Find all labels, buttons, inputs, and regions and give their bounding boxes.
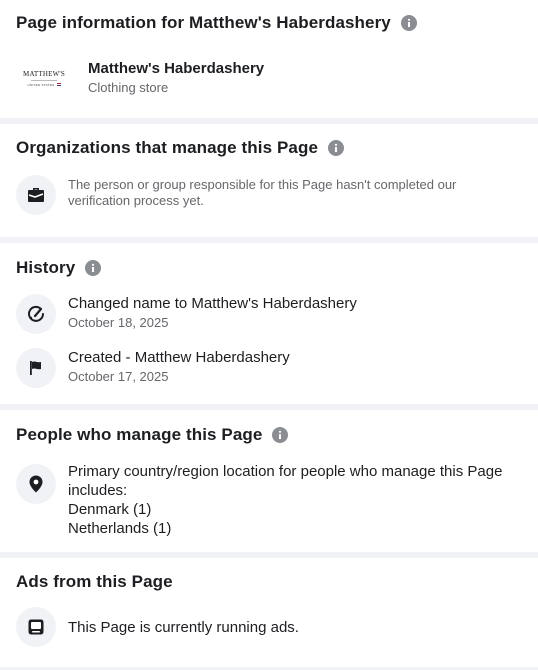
- ads-screen-icon: [16, 607, 56, 647]
- history-date: October 17, 2025: [68, 369, 169, 384]
- page-name: Matthew's Haberdashery: [88, 60, 265, 77]
- history-section: History Changed name to Matthew's Haberd…: [0, 243, 538, 404]
- info-icon[interactable]: [328, 140, 345, 156]
- country-item: Denmark (1): [68, 501, 152, 518]
- organizations-message: The person or group responsible for this…: [68, 177, 457, 208]
- managers-row: Primary country/region location for peop…: [16, 462, 522, 538]
- history-heading: History: [16, 257, 522, 279]
- logo-text: MATTHEW'S: [23, 69, 65, 78]
- ads-title: Ads from this Page: [16, 572, 173, 591]
- page-logo: MATTHEW'S UNITED STATES: [14, 58, 74, 98]
- history-label: Created - Matthew Haberdashery: [68, 349, 290, 366]
- organizations-heading: Organizations that manage this Page: [16, 137, 522, 159]
- ads-message: This Page is currently running ads.: [68, 618, 299, 636]
- country-item: Netherlands (1): [68, 520, 172, 537]
- history-item: Created - Matthew Haberdashery October 1…: [16, 348, 522, 388]
- ads-section: Ads from this Page This Page is currentl…: [0, 558, 538, 667]
- history-item: Changed name to Matthew's Haberdashery O…: [16, 294, 522, 334]
- ads-heading: Ads from this Page: [16, 571, 522, 593]
- page-info-title: Page information for Matthew's Haberdash…: [16, 13, 391, 32]
- page-identity[interactable]: MATTHEW'S UNITED STATES Matthew's Haberd…: [16, 58, 522, 98]
- us-flag-icon: [56, 83, 61, 86]
- managers-section: People who manage this Page Primary coun…: [0, 410, 538, 552]
- ads-row: This Page is currently running ads.: [16, 607, 522, 647]
- rename-gauge-icon: [16, 294, 56, 334]
- managers-heading: People who manage this Page: [16, 424, 522, 446]
- logo-subtext: UNITED STATES: [27, 83, 61, 87]
- info-icon[interactable]: [85, 260, 102, 276]
- history-label: Changed name to Matthew's Haberdashery: [68, 295, 357, 312]
- flag-icon: [16, 348, 56, 388]
- managers-intro: Primary country/region location for peop…: [68, 463, 503, 499]
- info-icon[interactable]: [272, 427, 289, 443]
- location-pin-icon: [16, 464, 56, 504]
- page-category: Clothing store: [88, 80, 169, 95]
- organizations-title: Organizations that manage this Page: [16, 138, 319, 157]
- organizations-row: The person or group responsible for this…: [16, 175, 522, 215]
- page-info-section: Page information for Matthew's Haberdash…: [0, 0, 538, 118]
- page-info-heading: Page information for Matthew's Haberdash…: [16, 12, 522, 34]
- logo-divider: [31, 79, 57, 81]
- info-icon[interactable]: [400, 15, 417, 31]
- managers-title: People who manage this Page: [16, 425, 263, 444]
- briefcase-icon: [16, 175, 56, 215]
- history-date: October 18, 2025: [68, 315, 169, 330]
- organizations-section: Organizations that manage this Page The …: [0, 124, 538, 237]
- history-title: History: [16, 258, 76, 277]
